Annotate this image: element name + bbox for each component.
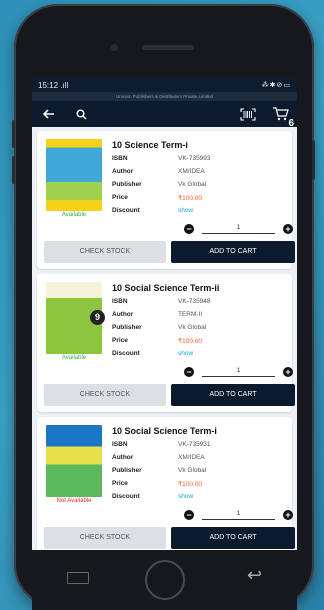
- check-stock-button[interactable]: CHECK STOCK: [44, 384, 166, 406]
- author-label: Author: [112, 454, 134, 461]
- status-bar: 15:12 .ıll ⁂✱⊘▭: [32, 78, 297, 92]
- price-label: Price: [112, 337, 128, 344]
- product-list[interactable]: Available 10 Science Term-i ISBN VK-7359…: [32, 127, 297, 550]
- publisher-value: Vk Global: [178, 181, 207, 188]
- back-arrow-icon[interactable]: [40, 105, 58, 123]
- increase-quantity-button[interactable]: +: [283, 510, 293, 520]
- availability-label: Available: [61, 212, 87, 218]
- quantity-input[interactable]: 1: [202, 365, 275, 377]
- price-value: ₹100.00: [178, 338, 203, 345]
- publisher-label: Publisher: [112, 467, 142, 474]
- back-icon[interactable]: ↩: [247, 565, 262, 586]
- decrease-quantity-button[interactable]: −: [184, 224, 194, 234]
- add-to-cart-button[interactable]: ADD TO CART: [171, 527, 295, 549]
- decrease-quantity-button[interactable]: −: [184, 367, 194, 377]
- status-time-signal: 15:12 .ıll: [38, 80, 69, 90]
- increase-quantity-button[interactable]: +: [283, 224, 293, 234]
- menu-icon[interactable]: [67, 572, 89, 584]
- product-card: Not Available 10 Social Science Term-i I…: [37, 417, 295, 550]
- publisher-label: Publisher: [112, 324, 142, 331]
- decrease-quantity-button[interactable]: −: [184, 510, 194, 520]
- availability-label: Available: [61, 355, 87, 361]
- app-screen: 15:12 .ıll ⁂✱⊘▭ Unicorn Publishers & Dis…: [32, 78, 297, 550]
- author-value: TERM-II: [178, 311, 203, 318]
- author-value: XM/IDEA: [178, 454, 205, 461]
- quantity-input[interactable]: 1: [202, 508, 275, 520]
- home-button-icon[interactable]: [145, 560, 185, 600]
- cart-count-badge: 6: [288, 118, 294, 129]
- quantity-stepper: − 1 +: [184, 508, 293, 522]
- increase-quantity-button[interactable]: +: [283, 367, 293, 377]
- add-to-cart-button[interactable]: ADD TO CART: [171, 384, 295, 406]
- isbn-label: ISBN: [112, 441, 128, 448]
- front-camera: [111, 44, 118, 51]
- android-nav-bar: ↩: [32, 550, 297, 610]
- publisher-value: Vk Global: [178, 467, 207, 474]
- product-title: 10 Social Science Term-ii: [112, 283, 220, 293]
- isbn-label: ISBN: [112, 298, 128, 305]
- page-number-badge: 9: [90, 310, 105, 325]
- quantity-stepper: − 1 +: [184, 222, 293, 236]
- discount-show-link[interactable]: show: [178, 207, 193, 214]
- isbn-value: VK-735948: [178, 298, 211, 305]
- isbn-value: VK-735931: [178, 441, 211, 448]
- price-label: Price: [112, 194, 128, 201]
- discount-label: Discount: [112, 493, 140, 500]
- author-label: Author: [112, 311, 134, 318]
- book-cover-image[interactable]: [46, 139, 102, 211]
- availability-label: Not Available: [56, 498, 92, 504]
- volume-down-button: [12, 156, 15, 184]
- product-card: 9 Available 10 Social Science Term-ii IS…: [37, 274, 295, 412]
- publisher-banner: Unicorn Publishers & Distributors Privat…: [32, 92, 297, 101]
- price-label: Price: [112, 480, 128, 487]
- quantity-input[interactable]: 1: [202, 222, 275, 234]
- discount-label: Discount: [112, 350, 140, 357]
- publisher-value: Vk Global: [178, 324, 207, 331]
- product-card: Available 10 Science Term-i ISBN VK-7359…: [37, 131, 295, 269]
- search-icon[interactable]: [72, 105, 90, 123]
- power-button: [312, 140, 315, 180]
- author-label: Author: [112, 168, 134, 175]
- volume-up-button: [12, 120, 15, 148]
- product-title: 10 Social Science Term-i: [112, 426, 217, 436]
- add-to-cart-button[interactable]: ADD TO CART: [171, 241, 295, 263]
- status-icons: ⁂✱⊘▭: [261, 82, 291, 89]
- isbn-label: ISBN: [112, 155, 128, 162]
- quantity-stepper: − 1 +: [184, 365, 293, 379]
- author-value: XM/IDEA: [178, 168, 205, 175]
- discount-show-link[interactable]: show: [178, 493, 193, 500]
- publisher-label: Publisher: [112, 181, 142, 188]
- price-value: ₹100.00: [178, 481, 203, 488]
- product-title: 10 Science Term-i: [112, 140, 188, 150]
- barcode-scan-icon[interactable]: [239, 105, 257, 123]
- discount-label: Discount: [112, 207, 140, 214]
- cart-icon[interactable]: 6: [271, 105, 294, 129]
- discount-show-link[interactable]: show: [178, 350, 193, 357]
- app-bar: 6: [32, 101, 297, 129]
- check-stock-button[interactable]: CHECK STOCK: [44, 241, 166, 263]
- book-cover-image[interactable]: [46, 425, 102, 497]
- earpiece-speaker: [142, 45, 194, 50]
- check-stock-button[interactable]: CHECK STOCK: [44, 527, 166, 549]
- price-value: ₹100.00: [178, 195, 203, 202]
- isbn-value: VK-735993: [178, 155, 211, 162]
